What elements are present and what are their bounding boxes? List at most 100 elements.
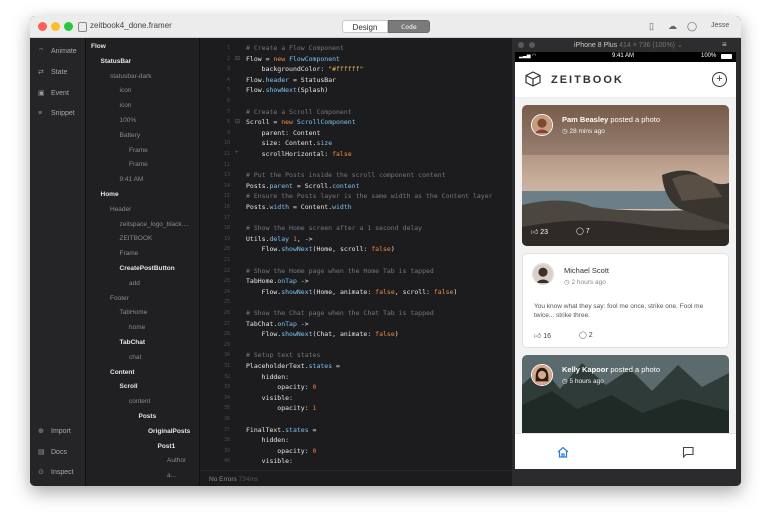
layer-item[interactable]: zeitspace_logo_black.... (120, 221, 189, 228)
layer-item[interactable]: StatusBar (101, 58, 132, 65)
fold-toggle-icon[interactable]: ⊟ (235, 118, 240, 125)
layer-item[interactable]: Content (110, 369, 135, 376)
like-button[interactable]: 👍︎ 23 (531, 227, 548, 236)
post-card[interactable]: Michael Scott ◷ 2 hours ago You know wha… (522, 253, 729, 348)
sidebar-item-import[interactable]: ⊕ Import (38, 427, 71, 435)
code-line[interactable]: # Put the Posts inside the scroll compon… (246, 171, 446, 179)
sidebar-item-docs[interactable]: ▤ Docs (38, 448, 67, 456)
sidebar-item-animate[interactable]: ⌔ Animate (38, 47, 77, 56)
close-window-button[interactable] (38, 22, 47, 31)
code-line[interactable]: # Ensure the Posts layer is the same wid… (246, 192, 493, 200)
fold-toggle-icon[interactable]: ⊟ (235, 55, 240, 62)
layer-item[interactable]: Frame (120, 250, 139, 257)
post-card[interactable]: Pam Beasley posted a photo ◷ 28 mins ago… (522, 105, 729, 246)
layer-item[interactable]: ZEITBOOK (120, 235, 153, 242)
create-post-button[interactable]: + (712, 72, 727, 87)
layer-item[interactable]: Posts (139, 413, 157, 420)
code-line[interactable]: TabHome.onTap -> (246, 277, 309, 285)
like-button[interactable]: 👍︎ 16 (534, 331, 551, 340)
post-author[interactable]: Pam Beasley (562, 115, 608, 124)
comment-button[interactable]: ◯ 2 (579, 331, 593, 339)
code-line[interactable]: TabChat.onTap -> (246, 320, 309, 328)
comments-icon[interactable]: ◯ (687, 21, 697, 32)
layer-item[interactable]: Battery (120, 132, 141, 139)
sidebar-item-inspect[interactable]: ⊙ Inspect (38, 468, 74, 476)
layer-item[interactable]: icon (120, 87, 132, 94)
code-line[interactable]: # Show the Home page when the Home Tab i… (246, 267, 434, 275)
mirror-device-icon[interactable]: ▯ (649, 21, 654, 32)
zoom-window-button[interactable] (64, 22, 73, 31)
layer-item[interactable]: 9:41 AM (120, 176, 144, 183)
cloud-share-icon[interactable]: ☁ (668, 21, 677, 32)
code-line[interactable]: # Show the Home screen after a 1 second … (246, 224, 422, 232)
layer-item[interactable]: home (129, 324, 145, 331)
code-line[interactable]: # Show the Chat page when the Chat Tab i… (246, 309, 434, 317)
minimize-window-button[interactable] (51, 22, 60, 31)
layer-item[interactable]: TabChat (120, 339, 146, 346)
post-card[interactable]: Kelly Kapoor posted a photo ◷ 5 hours ag… (522, 355, 729, 445)
layer-item[interactable]: icon (120, 102, 132, 109)
preview-dot-icon[interactable] (518, 42, 524, 48)
code-line[interactable]: # Setup text states (246, 351, 320, 359)
code-line[interactable]: Flow.showNext(Home, scroll: false) (246, 245, 395, 253)
device-selector[interactable]: iPhone 8 Plus 414 × 736 (100%) ⌄ (574, 41, 683, 49)
code-line[interactable]: Flow.header = StatusBar (246, 76, 336, 84)
sidebar-item-event[interactable]: ▣ Event (38, 89, 69, 97)
user-menu[interactable]: Jesse (711, 22, 729, 29)
code-line[interactable]: hidden: (246, 436, 289, 444)
avatar[interactable] (531, 364, 553, 386)
layer-item[interactable]: statusbar-dark (110, 73, 152, 80)
code-line[interactable]: opacity: 0 (246, 383, 316, 391)
code-line[interactable]: Posts.parent = Scroll.content (246, 182, 360, 190)
code-line[interactable]: Utils.delay 1, -> (246, 235, 313, 243)
layer-item[interactable]: Frame (129, 161, 148, 168)
layer-item[interactable]: Header (110, 206, 131, 213)
code-line[interactable]: Flow.showNext(Chat, animate: false) (246, 330, 399, 338)
layer-item[interactable]: Scroll (120, 383, 138, 390)
layer-item[interactable]: OriginalPosts (148, 428, 190, 435)
layer-item[interactable]: 100% (120, 117, 137, 124)
code-line[interactable]: Scroll = new ScrollComponent (246, 118, 356, 126)
code-line[interactable]: PlaceholderText.states = (246, 362, 340, 370)
code-line[interactable]: # Create a Scroll Component (246, 108, 352, 116)
preview-menu-icon[interactable]: ≡ (722, 40, 727, 49)
post-author[interactable]: Michael Scott (564, 266, 609, 275)
code-line[interactable]: hidden: (246, 373, 289, 381)
code-editor[interactable]: No Errors 734ms 1 # Create a Flow Compone… (200, 38, 512, 486)
layer-item[interactable]: chat (129, 354, 141, 361)
layer-item[interactable]: TabHome (120, 309, 148, 316)
layer-item[interactable]: Flow (91, 43, 106, 50)
code-line[interactable]: Posts.width = Content.width (246, 203, 352, 211)
layer-item[interactable]: Frame (129, 147, 148, 154)
layer-item[interactable]: Post1 (158, 443, 176, 450)
sidebar-item-snippet[interactable]: ≡ Snippet (38, 110, 75, 117)
code-line[interactable]: parent: Content (246, 129, 321, 137)
code-line[interactable]: visible: (246, 394, 293, 402)
home-tab-icon[interactable] (557, 446, 569, 458)
layer-item[interactable]: CreatePostButton (120, 265, 175, 272)
avatar[interactable] (532, 263, 554, 285)
code-line[interactable]: visible: (246, 457, 293, 465)
layer-item[interactable]: Footer (110, 295, 129, 302)
post-feed[interactable]: Pam Beasley posted a photo ◷ 28 mins ago… (515, 98, 736, 445)
preview-dot-icon[interactable] (529, 42, 535, 48)
layer-item[interactable]: content (129, 398, 150, 405)
code-line[interactable]: FinalText.states = (246, 426, 316, 434)
avatar[interactable] (531, 114, 553, 136)
code-line[interactable]: Flow.showNext(Splash) (246, 86, 328, 94)
layer-item[interactable]: Home (101, 191, 119, 198)
code-line[interactable]: size: Content.size (246, 139, 332, 147)
chat-tab-icon[interactable] (682, 446, 694, 458)
code-mode-tab[interactable]: Code (388, 20, 430, 33)
code-line[interactable]: opacity: 1 (246, 404, 316, 412)
post-author[interactable]: Kelly Kapoor (562, 365, 608, 374)
code-line[interactable]: backgroundColor: "#ffffff" (246, 65, 364, 73)
sidebar-item-state[interactable]: ⇄ State (38, 68, 67, 76)
code-line[interactable]: Flow = new FlowComponent (246, 55, 340, 63)
fold-toggle-icon[interactable]: + (235, 150, 239, 156)
comment-button[interactable]: ◯ 7 (576, 227, 590, 235)
design-mode-tab[interactable]: Design (342, 20, 388, 33)
layer-item[interactable]: Author (167, 457, 186, 464)
layer-item[interactable]: a... (167, 472, 176, 479)
code-line[interactable]: # Create a Flow Component (246, 44, 344, 52)
